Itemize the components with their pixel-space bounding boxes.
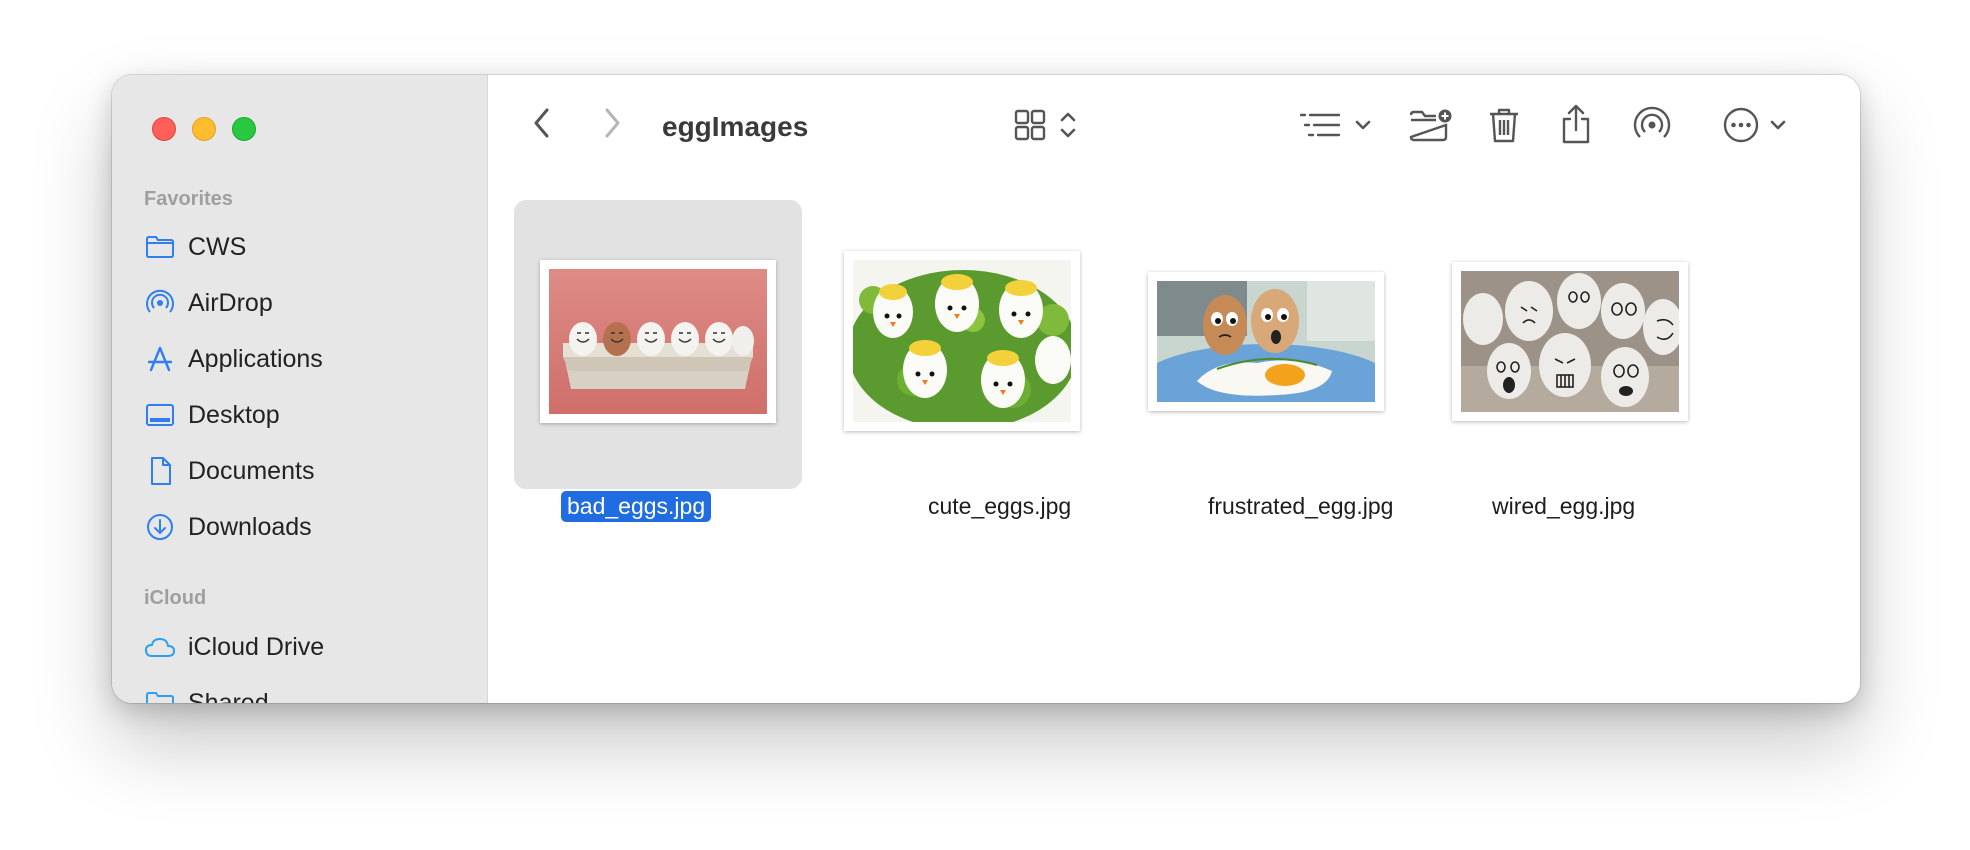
sidebar-item-applications[interactable]: Applications xyxy=(144,339,474,379)
grid-view-icon xyxy=(1014,109,1046,141)
ellipsis-circle-icon xyxy=(1723,107,1759,143)
finder-window: Favorites CWS AirDrop Applications Deskt… xyxy=(112,75,1860,703)
desktop-icon xyxy=(144,399,176,431)
sidebar-item-label: CWS xyxy=(188,232,247,261)
downloads-icon xyxy=(144,511,176,543)
trash-button[interactable] xyxy=(1484,103,1524,147)
sidebar-item-downloads[interactable]: Downloads xyxy=(144,507,474,547)
sidebar-item-label: Applications xyxy=(188,344,323,373)
share-icon xyxy=(1562,104,1590,144)
file-thumbnail[interactable] xyxy=(844,251,1080,431)
more-actions-button[interactable] xyxy=(1718,103,1792,147)
zoom-button[interactable] xyxy=(232,117,256,141)
new-folder-icon xyxy=(1409,109,1452,142)
sidebar-item-desktop[interactable]: Desktop xyxy=(144,395,474,435)
sidebar-item-icloud-drive[interactable]: iCloud Drive xyxy=(144,627,474,667)
airdrop-icon xyxy=(144,287,176,319)
toolbar: eggImages xyxy=(488,75,1860,180)
egg-carton-image xyxy=(549,269,767,414)
new-folder-button[interactable] xyxy=(1408,103,1454,147)
sidebar-item-label: AirDrop xyxy=(188,288,273,317)
file-thumbnail[interactable] xyxy=(1148,272,1384,411)
main-content: eggImages bad_eggs.jpg cute_eggs.jpg fru… xyxy=(488,75,1860,703)
forward-button[interactable] xyxy=(594,105,630,141)
sidebar-item-label: Shared xyxy=(188,688,269,704)
cute-eggs-image xyxy=(853,260,1071,422)
wired-eggs-image xyxy=(1461,271,1679,412)
chevron-down-icon xyxy=(1355,120,1371,130)
sidebar-item-cws[interactable]: CWS xyxy=(144,227,474,267)
sidebar-item-shared[interactable]: Shared xyxy=(144,683,474,703)
sidebar: Favorites CWS AirDrop Applications Deskt… xyxy=(112,75,488,703)
file-name[interactable]: wired_egg.jpg xyxy=(1492,493,1635,520)
file-thumbnail[interactable] xyxy=(1452,262,1688,421)
window-title: eggImages xyxy=(662,111,809,142)
icloud-icon xyxy=(144,631,176,663)
airdrop-icon xyxy=(1633,106,1671,138)
file-name[interactable]: bad_eggs.jpg xyxy=(561,491,712,522)
chevron-down-icon xyxy=(1770,120,1786,130)
view-mode-button[interactable] xyxy=(1006,105,1086,145)
close-button[interactable] xyxy=(152,117,176,141)
sidebar-item-airdrop[interactable]: AirDrop xyxy=(144,283,474,323)
folder-icon xyxy=(144,231,176,263)
chevron-right-icon xyxy=(605,108,620,138)
list-icon xyxy=(1299,113,1341,137)
back-button[interactable] xyxy=(524,105,560,141)
trash-icon xyxy=(1490,108,1518,143)
chevron-left-icon xyxy=(534,108,549,138)
favorites-section-title: Favorites xyxy=(144,188,233,210)
sidebar-item-label: iCloud Drive xyxy=(188,632,325,661)
minimize-button[interactable] xyxy=(192,117,216,141)
file-thumbnail[interactable] xyxy=(540,260,776,423)
airdrop-toolbar-button[interactable] xyxy=(1630,103,1674,147)
frustrated-egg-image xyxy=(1157,281,1375,402)
up-down-chevron-icon xyxy=(1060,112,1076,138)
sidebar-item-label: Downloads xyxy=(188,512,312,541)
applications-icon xyxy=(144,343,176,375)
share-button[interactable] xyxy=(1556,101,1596,147)
sidebar-item-label: Documents xyxy=(188,456,315,485)
icloud-section-title: iCloud xyxy=(144,587,207,609)
file-name[interactable]: frustrated_egg.jpg xyxy=(1208,493,1393,520)
document-icon xyxy=(144,455,176,487)
shared-folder-icon xyxy=(144,687,176,703)
group-by-button[interactable] xyxy=(1294,105,1378,145)
sidebar-item-label: Desktop xyxy=(188,400,280,429)
sidebar-item-documents[interactable]: Documents xyxy=(144,451,474,491)
file-name[interactable]: cute_eggs.jpg xyxy=(928,493,1071,520)
